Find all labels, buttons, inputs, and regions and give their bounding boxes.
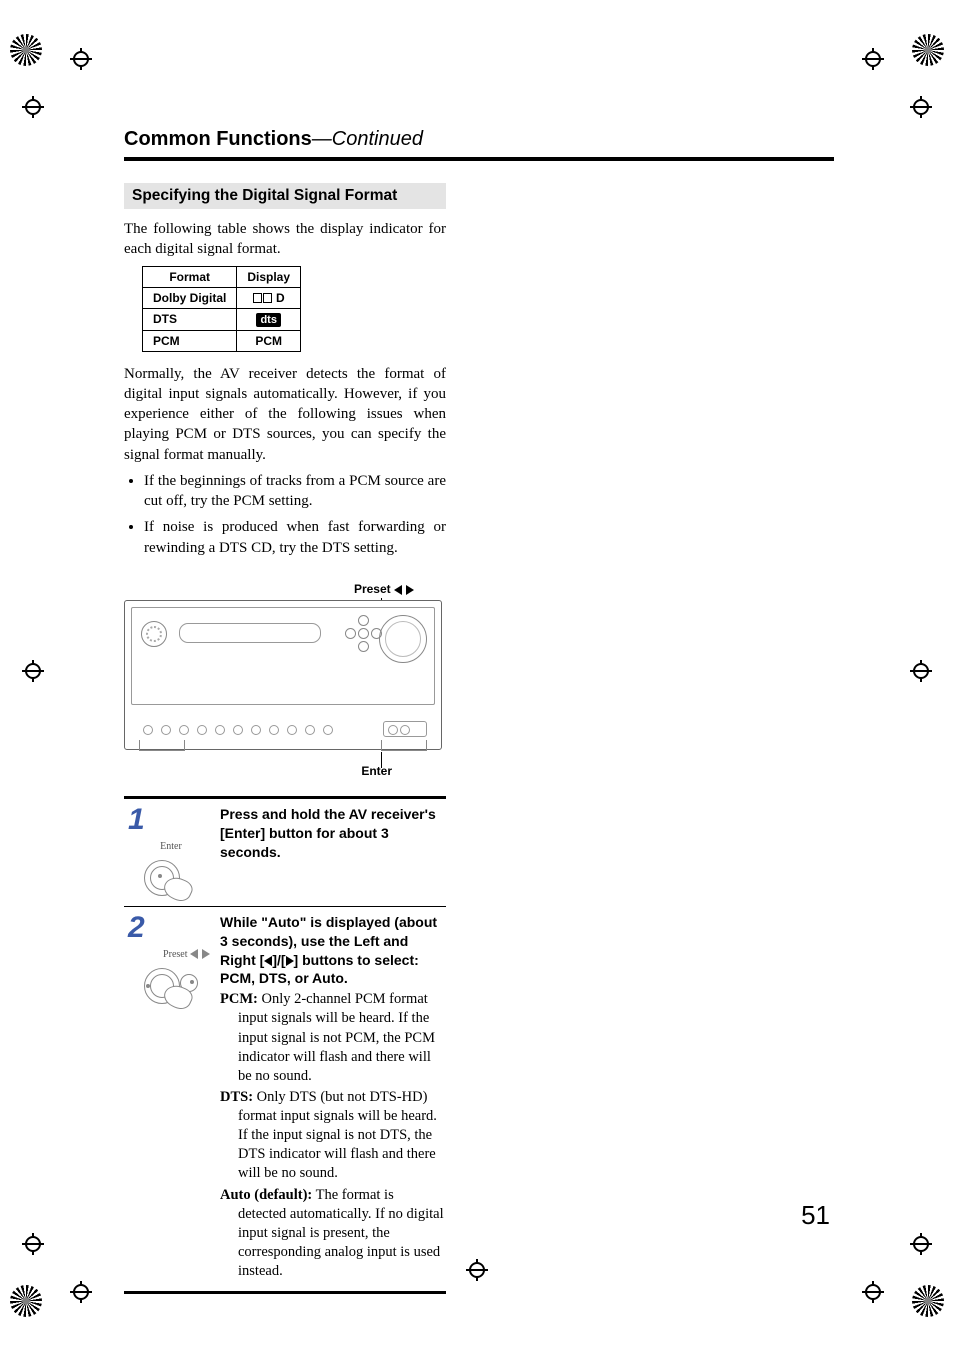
print-mark xyxy=(908,30,948,70)
step-2-icon-cell: 2 Preset xyxy=(124,907,218,1291)
dolby-icon: D xyxy=(253,291,285,305)
step-number: 1 xyxy=(128,805,214,835)
option-auto: Auto (default): The format is detected a… xyxy=(220,1186,444,1282)
list-item: If the beginnings of tracks from a PCM s… xyxy=(144,471,446,512)
display-cell-dolby: D xyxy=(237,287,301,308)
selector-knob-icon xyxy=(141,621,167,647)
crop-mark xyxy=(22,1233,44,1255)
receiver-feet xyxy=(139,712,427,750)
table-row: Dolby Digital D xyxy=(143,287,301,308)
triangle-left-icon xyxy=(394,585,402,595)
page-content: Common Functions—Continued Specifying th… xyxy=(124,128,834,1294)
crop-mark xyxy=(70,1281,92,1303)
display-cell-dts: dts xyxy=(237,308,301,330)
step-1-icon-caption: Enter xyxy=(128,841,214,852)
triangle-right-icon xyxy=(286,956,294,966)
volume-knob-icon xyxy=(379,615,427,663)
navigation-pad-icon xyxy=(345,615,381,651)
format-table-head-display: Display xyxy=(237,266,301,287)
step-1-text: Press and hold the AV receiver's [Enter]… xyxy=(218,799,446,906)
table-row: DTS dts xyxy=(143,308,301,330)
callout-line xyxy=(381,752,382,768)
page-title: Common Functions—Continued xyxy=(124,128,834,151)
format-table: Format Display Dolby Digital D DTS dts P… xyxy=(142,266,301,352)
step-1-icon-cell: 1 Enter xyxy=(124,799,218,906)
crop-mark xyxy=(862,48,884,70)
format-cell: PCM xyxy=(143,330,237,351)
enter-callout-label: Enter xyxy=(124,764,442,778)
triangle-right-icon xyxy=(406,585,414,595)
crop-mark xyxy=(910,96,932,118)
title-rule xyxy=(124,157,834,161)
receiver-front-panel xyxy=(124,600,442,750)
print-mark xyxy=(908,1281,948,1321)
page-number: 51 xyxy=(801,1200,830,1231)
step-2-instruction: While "Auto" is displayed (about 3 secon… xyxy=(220,913,444,989)
print-mark xyxy=(6,30,46,70)
page-title-main: Common Functions xyxy=(124,128,312,150)
crop-mark xyxy=(70,48,92,70)
steps-table: 1 Enter Press and hold the AV receiver's… xyxy=(124,796,446,1294)
section-heading: Specifying the Digital Signal Format xyxy=(124,183,446,209)
crop-mark xyxy=(22,660,44,682)
list-item: If noise is produced when fast forwardin… xyxy=(144,517,446,558)
preset-buttons-press-icon xyxy=(144,962,198,1008)
crop-mark xyxy=(910,660,932,682)
receiver-diagram: Preset Enter xyxy=(124,582,442,778)
crop-mark xyxy=(910,1233,932,1255)
format-cell: Dolby Digital xyxy=(143,287,237,308)
page-title-continued: —Continued xyxy=(312,128,423,150)
format-cell: DTS xyxy=(143,308,237,330)
step-2-text: While "Auto" is displayed (about 3 secon… xyxy=(218,907,446,1291)
preset-callout-label: Preset xyxy=(124,582,442,596)
issues-list: If the beginnings of tracks from a PCM s… xyxy=(124,471,446,558)
left-column: Specifying the Digital Signal Format The… xyxy=(124,183,446,1294)
display-cell-pcm: PCM xyxy=(237,330,301,351)
step-number: 2 xyxy=(128,913,214,943)
option-dts: DTS: Only DTS (but not DTS-HD) format in… xyxy=(220,1088,444,1184)
crop-mark xyxy=(862,1281,884,1303)
step-2-row: 2 Preset While "Auto" is displayed (abou… xyxy=(124,906,446,1291)
step-1-row: 1 Enter Press and hold the AV receiver's… xyxy=(124,799,446,906)
step-2-icon-caption: Preset xyxy=(128,949,214,960)
print-mark xyxy=(6,1281,46,1321)
option-pcm: PCM: Only 2-channel PCM format input sig… xyxy=(220,990,444,1086)
dts-icon: dts xyxy=(256,313,281,327)
format-table-head-format: Format xyxy=(143,266,237,287)
enter-button-press-icon xyxy=(144,854,198,900)
step-1-instruction: Press and hold the AV receiver's [Enter]… xyxy=(220,805,444,862)
display-window-icon xyxy=(179,623,321,643)
crop-mark xyxy=(22,96,44,118)
auto-detect-paragraph: Normally, the AV receiver detects the fo… xyxy=(124,364,446,465)
table-row: PCM PCM xyxy=(143,330,301,351)
section-intro: The following table shows the display in… xyxy=(124,219,446,260)
